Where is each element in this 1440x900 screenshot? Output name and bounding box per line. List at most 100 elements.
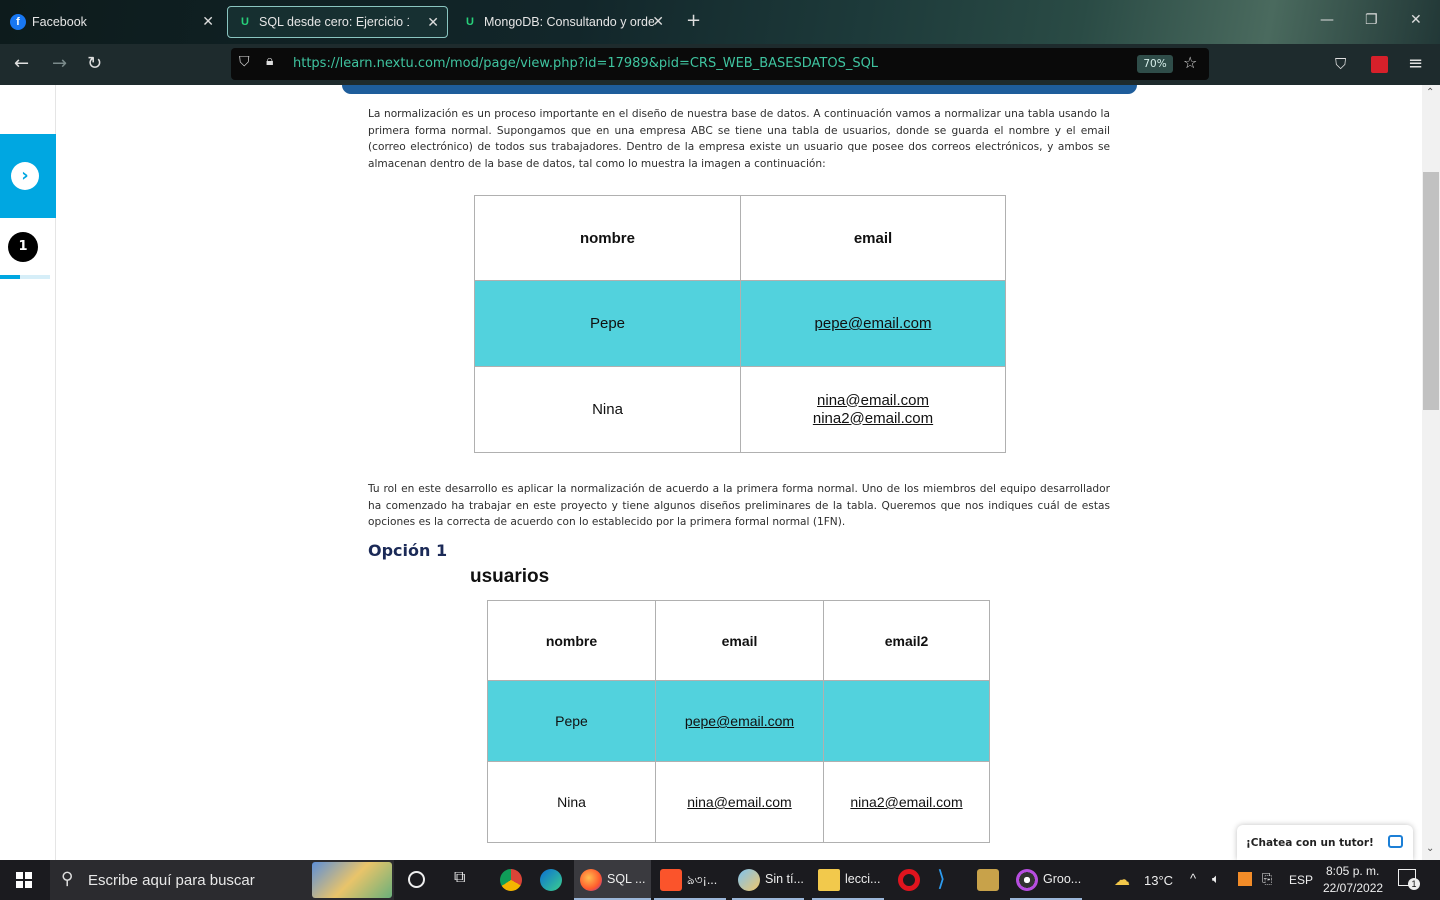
edge-icon[interactable]	[540, 869, 562, 891]
app-tray-icon[interactable]	[1238, 872, 1252, 886]
chevron-up-icon[interactable]: ^	[1190, 871, 1196, 886]
groove-icon[interactable]	[1016, 869, 1038, 891]
new-tab-button[interactable]: +	[686, 10, 701, 31]
task-view-icon[interactable]: ⧉	[454, 869, 465, 887]
scroll-up-icon[interactable]: ⌃	[1426, 87, 1434, 98]
table-title: usuarios	[470, 566, 550, 587]
reload-button[interactable]: ↻	[87, 53, 102, 75]
table-cell: nina2@email.com	[823, 761, 990, 843]
brave-icon[interactable]	[660, 869, 682, 891]
email-link[interactable]: nina@email.com	[817, 392, 929, 409]
email-link[interactable]: pepe@email.com	[685, 713, 794, 729]
folder-icon[interactable]	[818, 869, 840, 891]
email-link[interactable]: nina2@email.com	[850, 794, 962, 810]
table-cell: nina@email.com nina2@email.com	[740, 366, 1006, 453]
notification-count: 1	[1408, 878, 1420, 890]
lesson-header-strip	[342, 85, 1137, 94]
network-icon[interactable]: ⎘	[1262, 871, 1272, 887]
close-tab-icon[interactable]: ✕	[652, 13, 664, 30]
lock-icon[interactable]: 🔒︎	[266, 53, 273, 69]
taskbar-app-label: Sin tí...	[765, 872, 804, 886]
weather-icon[interactable]: ☁	[1114, 870, 1130, 890]
taskbar-app-label: ঌ৩¡...	[687, 873, 718, 887]
lesson-progress-bar	[0, 275, 50, 279]
table-cell: Pepe	[474, 280, 741, 367]
email-link[interactable]: pepe@email.com	[815, 315, 932, 332]
users-table-example: nombre email Pepe pepe@email.com Nina ni…	[474, 195, 1006, 453]
tab-title: MongoDB: Consultando y orde	[484, 15, 654, 29]
paint-icon[interactable]	[738, 869, 760, 891]
table-row: Nina nina@email.com nina2@email.com	[487, 761, 990, 843]
tab-title: Facebook	[32, 15, 87, 29]
chrome-icon[interactable]	[500, 869, 522, 891]
email-link[interactable]: nina2@email.com	[813, 410, 933, 427]
table-header-cell: nombre	[474, 195, 741, 281]
windows-start-icon[interactable]	[16, 872, 32, 888]
zoom-level[interactable]: 70%	[1137, 55, 1173, 73]
shield-icon[interactable]: ⛉	[239, 54, 250, 70]
lesson-sidebar: › 1	[0, 85, 56, 860]
search-icon: ⚲	[61, 869, 74, 888]
clock-time[interactable]: 8:05 p. m.	[1326, 864, 1379, 878]
tab-title: SQL desde cero: Ejercicio 1	[259, 15, 409, 29]
restore-button[interactable]: ❐	[1365, 12, 1378, 28]
table-cell: Nina	[474, 366, 741, 453]
forward-button[interactable]: →	[52, 53, 67, 75]
nextu-icon: U	[241, 16, 249, 28]
opera-icon[interactable]	[898, 869, 920, 891]
option-1-table: nombre email email2 Pepe pepe@email.com …	[487, 600, 990, 843]
back-button[interactable]: ←	[14, 53, 29, 75]
close-window-button[interactable]: ✕	[1410, 12, 1422, 28]
search-highlight-image	[312, 862, 392, 898]
table-cell: pepe@email.com	[740, 280, 1006, 367]
taskbar-app-label: Groo...	[1043, 872, 1082, 886]
extension-icon[interactable]	[1371, 56, 1388, 73]
taskbar-app-label: SQL ...	[607, 872, 646, 886]
league-icon[interactable]	[977, 869, 999, 891]
table-cell: pepe@email.com	[655, 680, 824, 762]
page-viewport: › 1 La normalización es un proceso impor…	[0, 85, 1440, 860]
minimize-button[interactable]: —	[1320, 12, 1334, 28]
chevron-right-icon[interactable]: ›	[11, 162, 39, 190]
table-row: nombre email email2	[487, 600, 990, 681]
intro-paragraph: La normalización es un proceso important…	[368, 108, 1110, 170]
step-number[interactable]: 1	[8, 232, 38, 262]
windows-taskbar: ⚲ Escribe aquí para buscar ⧉ SQL ... ঌ৩¡…	[0, 860, 1440, 900]
table-header-cell: email	[740, 195, 1006, 281]
chat-with-tutor-button[interactable]: ¡Chatea con un tutor!	[1237, 825, 1413, 860]
address-bar[interactable]: ⛉ 🔒︎ https://learn.nextu.com/mod/page/vi…	[231, 48, 1209, 80]
language-indicator[interactable]: ESP	[1289, 873, 1313, 887]
table-cell: Pepe	[487, 680, 656, 762]
sidebar-toggle[interactable]: ›	[0, 134, 56, 218]
table-header-cell: email	[655, 600, 824, 681]
scroll-down-icon[interactable]: ⌄	[1426, 843, 1434, 854]
scrollbar-thumb[interactable]	[1423, 172, 1439, 410]
table-row: nombre email	[474, 195, 1006, 281]
tab-facebook[interactable]: f Facebook ✕	[0, 6, 222, 38]
notifications-icon[interactable]: 1	[1398, 869, 1420, 890]
option-1-heading: Opción 1	[368, 541, 448, 560]
pocket-icon[interactable]: ⛉	[1335, 53, 1346, 75]
vertical-scrollbar[interactable]: ⌃ ⌄	[1422, 85, 1440, 860]
vscode-icon[interactable]: ⟩	[937, 866, 946, 892]
email-link[interactable]: nina@email.com	[687, 794, 791, 810]
cortana-icon[interactable]	[408, 871, 425, 888]
role-paragraph: Tu rol en este desarrollo es aplicar la …	[368, 483, 1110, 529]
close-tab-icon[interactable]: ✕	[202, 13, 214, 30]
table-row: Nina nina@email.com nina2@email.com	[474, 366, 1006, 453]
table-row: Pepe pepe@email.com	[474, 280, 1006, 367]
url-text[interactable]: https://learn.nextu.com/mod/page/view.ph…	[293, 56, 878, 71]
taskbar-search[interactable]: ⚲ Escribe aquí para buscar	[50, 860, 394, 900]
table-header-cell: email2	[823, 600, 990, 681]
table-cell: Nina	[487, 761, 656, 843]
bookmark-star-icon[interactable]: ☆	[1183, 53, 1197, 72]
temperature[interactable]: 13°C	[1144, 873, 1173, 888]
clock-date[interactable]: 22/07/2022	[1323, 881, 1383, 895]
tab-mongodb[interactable]: U MongoDB: Consultando y orde ✕	[454, 6, 672, 38]
menu-icon[interactable]: ≡	[1408, 53, 1423, 75]
close-tab-icon[interactable]: ✕	[427, 14, 439, 31]
table-header-cell: nombre	[487, 600, 656, 681]
tab-sql-desde-cero[interactable]: U SQL desde cero: Ejercicio 1 ✕	[227, 6, 448, 38]
browser-tab-strip: f Facebook ✕ U SQL desde cero: Ejercicio…	[0, 0, 1440, 44]
volume-icon[interactable]: 🔈︎	[1212, 871, 1220, 887]
